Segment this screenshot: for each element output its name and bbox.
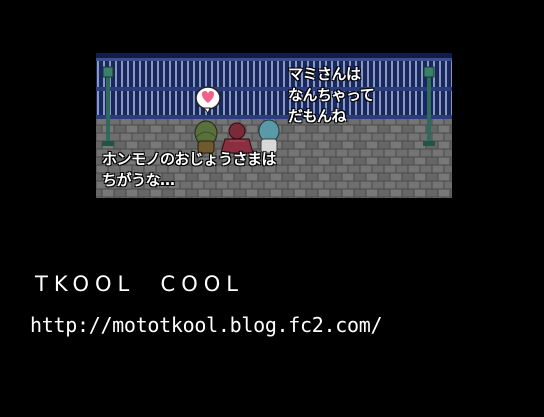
blog-url-link[interactable]: http://mototkool.blog.fc2.com/ — [30, 313, 383, 337]
speech-text-left: ホンモノのおじょうさまは ちがうな… — [102, 149, 277, 191]
speech-line: だもんね — [288, 107, 347, 125]
speech-line: ちがうな… — [102, 171, 175, 189]
speech-text-right: マミさんは なんちゃって だもんね — [288, 64, 375, 127]
game-screenshot: マミさんは なんちゃって だもんね ホンモノのおじょうさまは ちがうな… — [96, 53, 452, 198]
blog-title: TKOOL COOL — [35, 272, 244, 296]
speech-line: なんちゃって — [288, 86, 375, 104]
speech-line: ホンモノのおじょうさまは — [102, 150, 277, 168]
speech-line: マミさんは — [288, 65, 361, 83]
